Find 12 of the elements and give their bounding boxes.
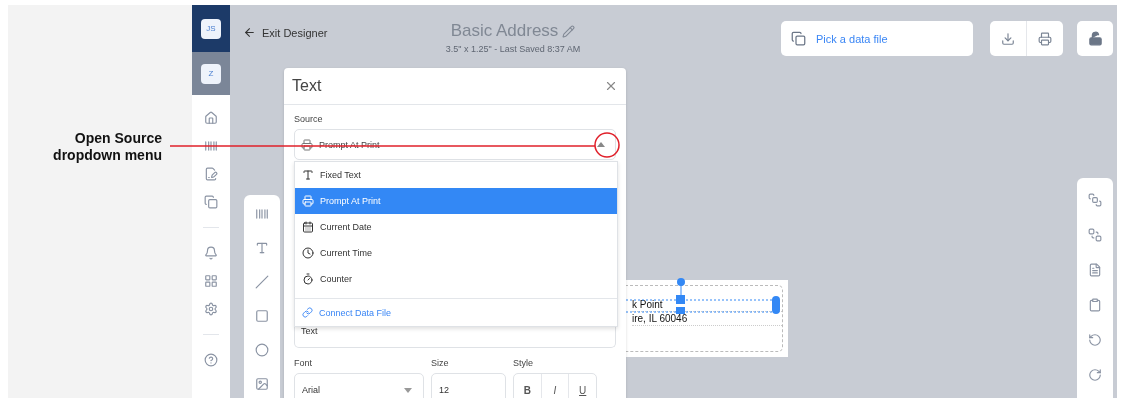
callout-text: Open Source dropdown menu [52, 130, 162, 164]
document-subtitle: 3.5" x 1.25" - Last Saved 8:37 AM [445, 44, 581, 54]
document-title: Basic Address [450, 21, 559, 41]
avatar-initials: JS [201, 18, 221, 39]
avatar-initials: Z [201, 63, 221, 84]
label-text-line: ire, IL 60046 [632, 312, 782, 326]
label-text-line: k Point [632, 298, 782, 312]
field-label: Font [294, 358, 313, 368]
field-label: Size [431, 358, 450, 368]
field-label: Style [513, 358, 534, 368]
dialog-title: Text [292, 77, 322, 95]
field-label: Source [294, 114, 324, 124]
